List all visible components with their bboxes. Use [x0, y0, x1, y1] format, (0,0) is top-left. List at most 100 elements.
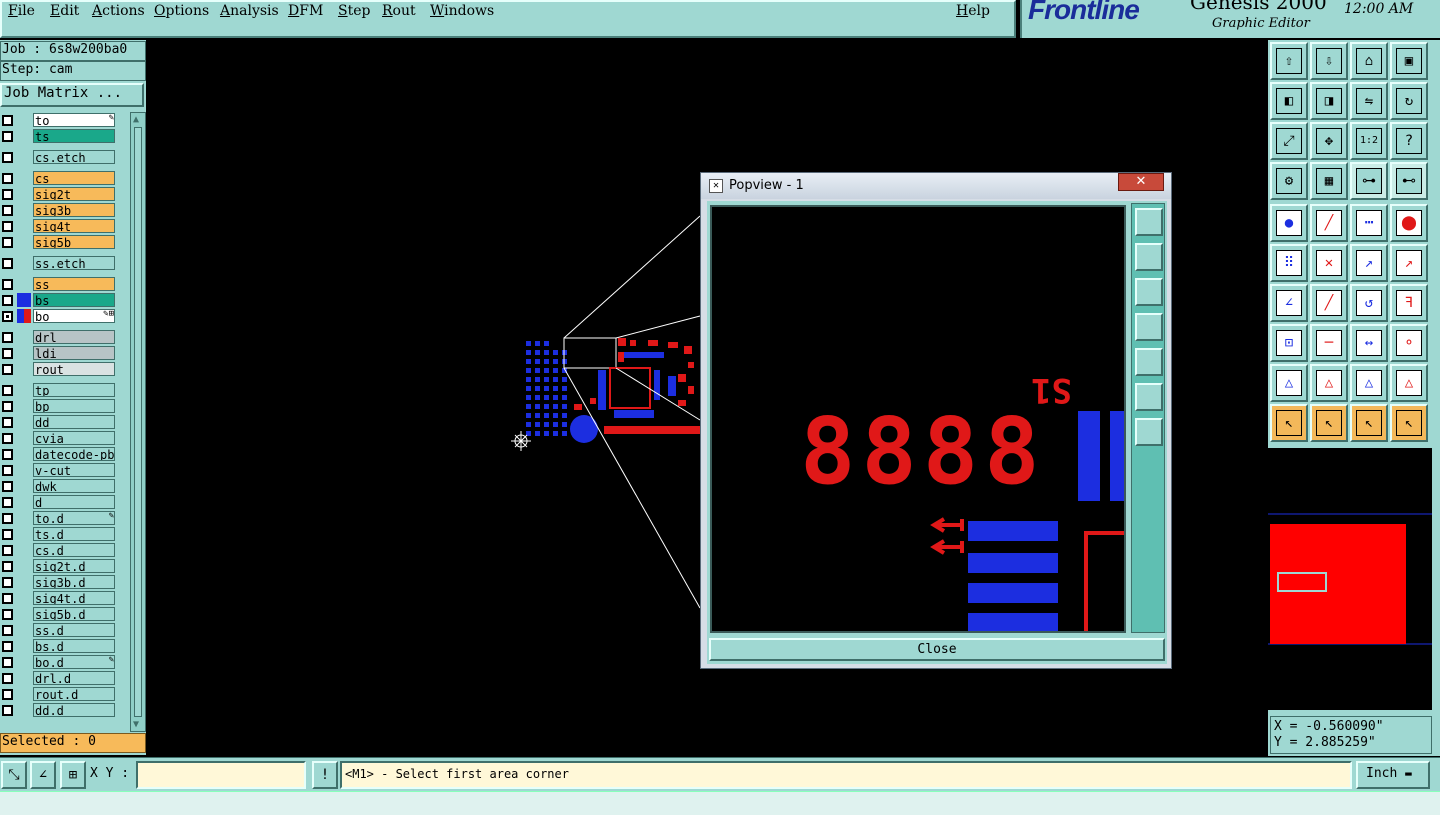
layer-checkbox[interactable]: [2, 657, 13, 668]
edit-line2-button[interactable]: ╱: [1310, 284, 1348, 322]
zoom-center-button[interactable]: ✥: [1310, 122, 1348, 160]
layer-name[interactable]: drl.d: [33, 671, 115, 685]
popview-center-icon[interactable]: [1135, 418, 1163, 446]
layer-row-bs[interactable]: bs: [0, 292, 118, 308]
grid-button[interactable]: ▦: [1310, 162, 1348, 200]
layer-name[interactable]: sig3b: [33, 203, 115, 217]
layer-checkbox[interactable]: [2, 593, 13, 604]
menu-rout[interactable]: Rout: [382, 3, 416, 19]
layer-checkbox[interactable]: [2, 131, 13, 142]
connect-button[interactable]: ⠿: [1270, 244, 1308, 282]
pan-right-button[interactable]: ◨: [1310, 82, 1348, 120]
layer-toggle2-button[interactable]: ⊷: [1390, 162, 1428, 200]
layer-checkbox[interactable]: [2, 561, 13, 572]
menu-step[interactable]: Step: [338, 3, 370, 19]
popview-pan-left-icon[interactable]: [1135, 313, 1163, 341]
angle4-button[interactable]: △: [1390, 364, 1428, 402]
stretch-button[interactable]: ↔: [1350, 324, 1388, 362]
popview-pan-up-icon[interactable]: [1135, 243, 1163, 271]
popview-pan-right-icon[interactable]: [1135, 348, 1163, 376]
group-button[interactable]: ⚬: [1390, 324, 1428, 362]
layer-row-ss.etch[interactable]: ss.etch: [0, 255, 118, 271]
layer-row-cs[interactable]: cs: [0, 170, 118, 186]
layer-checkbox[interactable]: [2, 433, 13, 444]
delete-button[interactable]: ✕: [1310, 244, 1348, 282]
layer-row-ts[interactable]: ts: [0, 128, 118, 144]
xy-input[interactable]: [136, 761, 306, 789]
layer-checkbox[interactable]: [2, 513, 13, 524]
layer-row-bo[interactable]: bo ✎⊞: [0, 308, 118, 324]
menu-windows[interactable]: Windows: [430, 3, 494, 19]
rotate-button[interactable]: ↺: [1350, 284, 1388, 322]
angle-snap-icon[interactable]: ∠: [30, 761, 56, 789]
layer-checkbox[interactable]: [2, 152, 13, 163]
layer-name[interactable]: to: [33, 113, 115, 127]
grid-snap-icon[interactable]: ⊞: [60, 761, 86, 789]
layer-checkbox[interactable]: [2, 465, 13, 476]
layer-checkbox[interactable]: [2, 205, 13, 216]
layer-row-sig5b.d[interactable]: sig5b.d: [0, 606, 118, 622]
layer-row-bs.d[interactable]: bs.d: [0, 638, 118, 654]
scale-1-2-button[interactable]: 1:2: [1350, 122, 1388, 160]
layer-row-dd.d[interactable]: dd.d: [0, 702, 118, 718]
layer-checkbox[interactable]: [2, 279, 13, 290]
layer-row-ldi[interactable]: ldi: [0, 345, 118, 361]
layer-name[interactable]: sig2t.d: [33, 559, 115, 573]
layer-name[interactable]: ss: [33, 277, 115, 291]
angle3-button[interactable]: △: [1350, 364, 1388, 402]
layer-row-ss[interactable]: ss: [0, 276, 118, 292]
menu-dfm[interactable]: DFM: [288, 3, 323, 19]
settings-button[interactable]: ⚙: [1270, 162, 1308, 200]
select-lasso-button[interactable]: ↖: [1350, 404, 1388, 442]
close-window-button[interactable]: ✕: [1118, 173, 1164, 191]
menu-file[interactable]: File: [8, 3, 35, 19]
layer-name[interactable]: v-cut: [33, 463, 115, 477]
layer-row-to[interactable]: to ✎: [0, 112, 118, 128]
layer-name[interactable]: dd.d: [33, 703, 115, 717]
layer-checkbox[interactable]: [2, 481, 13, 492]
layer-name[interactable]: ldi: [33, 346, 115, 360]
overview-map[interactable]: [1268, 448, 1432, 710]
layer-name[interactable]: sig5b.d: [33, 607, 115, 621]
layer-checkbox[interactable]: [2, 705, 13, 716]
move-button[interactable]: ↗: [1350, 244, 1388, 282]
layer-checkbox[interactable]: [2, 385, 13, 396]
layer-row-dd[interactable]: dd: [0, 414, 118, 430]
layer-checkbox[interactable]: [2, 364, 13, 375]
menu-options[interactable]: Options: [154, 3, 209, 19]
layer-row-sig3b.d[interactable]: sig3b.d: [0, 574, 118, 590]
layer-row-sig5b[interactable]: sig5b: [0, 234, 118, 250]
layer-row-ts.d[interactable]: ts.d: [0, 526, 118, 542]
layer-checkbox[interactable]: [2, 173, 13, 184]
layer-checkbox[interactable]: [2, 237, 13, 248]
popview-pan-down-icon[interactable]: [1135, 278, 1163, 306]
layer-checkbox[interactable]: [2, 115, 13, 126]
layer-row-ss.d[interactable]: ss.d: [0, 622, 118, 638]
snap-icon[interactable]: ⤡: [1, 761, 27, 789]
layer-scrollbar[interactable]: ▲ ▼: [130, 112, 146, 732]
layer-row-rout.d[interactable]: rout.d: [0, 686, 118, 702]
layer-name[interactable]: to.d: [33, 511, 115, 525]
layer-row-sig2t[interactable]: sig2t: [0, 186, 118, 202]
layer-name[interactable]: dd: [33, 415, 115, 429]
layer-name[interactable]: cvia: [33, 431, 115, 445]
copy-button[interactable]: ↗: [1390, 244, 1428, 282]
layer-checkbox[interactable]: [2, 609, 13, 620]
layer-row-to.d[interactable]: to.d ✎: [0, 510, 118, 526]
select-box-button[interactable]: ↖: [1310, 404, 1348, 442]
layer-name[interactable]: ts: [33, 129, 115, 143]
select-arrow-button[interactable]: ↖: [1270, 404, 1308, 442]
layer-name[interactable]: cs: [33, 171, 115, 185]
layer-name[interactable]: bs.d: [33, 639, 115, 653]
layer-name[interactable]: drl: [33, 330, 115, 344]
menu-analysis[interactable]: Analysis: [220, 3, 279, 19]
layer-checkbox[interactable]: [2, 258, 13, 269]
measure-button[interactable]: ┅: [1350, 204, 1388, 242]
layer-name[interactable]: bp: [33, 399, 115, 413]
layer-row-v-cut[interactable]: v-cut: [0, 462, 118, 478]
layer-name[interactable]: sig5b: [33, 235, 115, 249]
layer-row-bo.d[interactable]: bo.d ✎: [0, 654, 118, 670]
fit-window-button[interactable]: ▣: [1390, 42, 1428, 80]
layer-row-dwk[interactable]: dwk: [0, 478, 118, 494]
move-pad-button[interactable]: ⊡: [1270, 324, 1308, 362]
